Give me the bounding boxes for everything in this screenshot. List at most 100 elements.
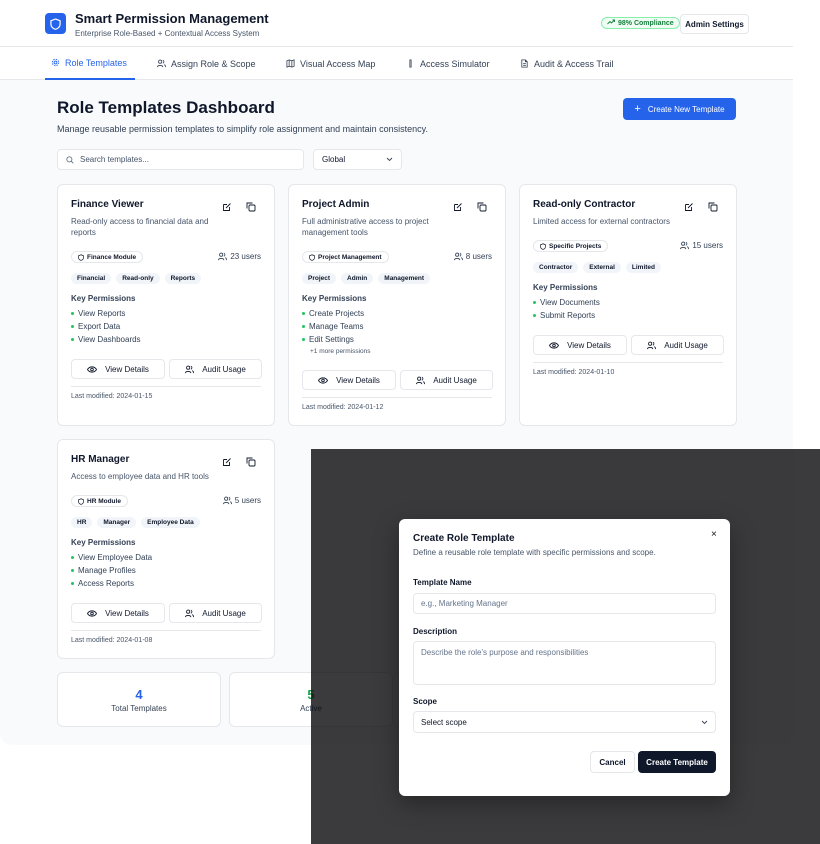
users-icon bbox=[680, 241, 690, 250]
permission-label: Manage Profiles bbox=[78, 566, 136, 575]
cancel-button[interactable]: Cancel bbox=[590, 751, 635, 773]
copy-icon[interactable] bbox=[708, 202, 718, 212]
check-dot-icon bbox=[533, 314, 536, 317]
user-count-text: 15 users bbox=[692, 241, 723, 250]
close-icon[interactable]: × bbox=[711, 529, 717, 540]
permission-item: Access Reports bbox=[71, 577, 152, 590]
users-icon bbox=[222, 496, 232, 505]
tag-list: Project Admin Management bbox=[302, 273, 431, 284]
tab-audit-trail[interactable]: Audit & Access Trail bbox=[520, 47, 614, 80]
scope-filter-select[interactable]: Global bbox=[313, 149, 402, 170]
module-badge: Specific Projects bbox=[533, 240, 609, 252]
copy-icon[interactable] bbox=[246, 457, 256, 467]
view-details-label: View Details bbox=[336, 375, 380, 385]
search-box bbox=[57, 149, 304, 170]
eye-icon bbox=[87, 365, 98, 373]
permission-item: View Documents bbox=[533, 296, 600, 309]
permission-label: View Documents bbox=[540, 298, 600, 307]
tab-label: Access Simulator bbox=[420, 58, 490, 69]
scope-select[interactable]: Select scope bbox=[413, 711, 716, 733]
user-count-text: 8 users bbox=[465, 252, 492, 261]
view-details-label: View Details bbox=[105, 608, 149, 618]
audit-usage-button[interactable]: Audit Usage bbox=[631, 335, 724, 355]
audit-usage-button[interactable]: Audit Usage bbox=[169, 359, 262, 379]
description-textarea[interactable] bbox=[413, 641, 716, 685]
gear-icon bbox=[51, 58, 60, 67]
template-name: Project Admin bbox=[302, 199, 370, 210]
check-dot-icon bbox=[302, 338, 305, 341]
shield-icon bbox=[78, 253, 84, 261]
permission-list: View Employee Data Manage Profiles Acces… bbox=[71, 551, 152, 590]
module-badge: Project Management bbox=[302, 251, 389, 263]
admin-settings-button[interactable]: Admin Settings bbox=[680, 14, 749, 34]
users-icon bbox=[185, 365, 195, 373]
plus-icon: + bbox=[634, 103, 641, 115]
template-description: Full administrative access to project ma… bbox=[302, 217, 429, 237]
last-modified: Last modified: 2024-01-12 bbox=[302, 404, 384, 411]
module-label: HR Module bbox=[87, 497, 121, 505]
template-card: Finance Viewer Read-only access to finan… bbox=[57, 184, 275, 426]
compliance-badge: 98% Compliance bbox=[601, 17, 680, 29]
tag: Limited bbox=[625, 262, 662, 273]
tab-assign-role[interactable]: Assign Role & Scope bbox=[157, 47, 256, 80]
module-label: Finance Module bbox=[87, 253, 137, 261]
scope-filter-value: Global bbox=[322, 155, 346, 164]
card-divider bbox=[302, 397, 492, 398]
users-icon bbox=[416, 376, 426, 384]
tab-label: Assign Role & Scope bbox=[171, 58, 256, 69]
edit-icon[interactable] bbox=[222, 202, 232, 212]
user-count: 8 users bbox=[453, 252, 492, 261]
search-icon bbox=[66, 155, 74, 164]
tag: Employee Data bbox=[141, 517, 200, 528]
tab-access-simulator[interactable]: Access Simulator bbox=[406, 47, 490, 80]
copy-icon[interactable] bbox=[246, 202, 256, 212]
stat-card-total-templates: 4 Total Templates bbox=[57, 672, 221, 727]
card-divider bbox=[71, 386, 261, 387]
view-details-button[interactable]: View Details bbox=[533, 335, 627, 355]
dialog-title: Create Role Template bbox=[413, 533, 515, 544]
view-details-button[interactable]: View Details bbox=[302, 370, 396, 390]
tag: Read-only bbox=[116, 273, 160, 284]
template-name: Finance Viewer bbox=[71, 199, 144, 210]
edit-icon[interactable] bbox=[222, 457, 232, 467]
tab-visual-access-map[interactable]: Visual Access Map bbox=[286, 47, 375, 80]
user-count: 15 users bbox=[680, 241, 723, 250]
create-new-template-button[interactable]: + Create New Template bbox=[623, 98, 736, 120]
description-label: Description bbox=[413, 627, 458, 636]
check-dot-icon bbox=[71, 582, 74, 585]
scope-select-value: Select scope bbox=[421, 717, 467, 727]
copy-icon[interactable] bbox=[477, 202, 487, 212]
permission-label: Access Reports bbox=[78, 579, 135, 588]
template-name-input[interactable] bbox=[413, 593, 716, 614]
template-description: Limited access for external contractors bbox=[533, 217, 670, 226]
user-count-text: 23 users bbox=[230, 252, 261, 261]
dialog-subtitle: Define a reusable role template with spe… bbox=[413, 548, 656, 557]
create-template-button[interactable]: Create Template bbox=[638, 751, 716, 773]
card-divider bbox=[533, 362, 723, 363]
audit-usage-label: Audit Usage bbox=[664, 340, 708, 350]
permission-list: View Documents Submit Reports bbox=[533, 296, 600, 322]
app-title: Smart Permission Management bbox=[75, 11, 269, 26]
permission-list: View Reports Export Data View Dashboards bbox=[71, 307, 141, 346]
edit-icon[interactable] bbox=[453, 202, 463, 212]
permission-item: Export Data bbox=[71, 320, 141, 333]
card-divider bbox=[71, 630, 261, 631]
tag: Management bbox=[378, 273, 431, 284]
view-details-button[interactable]: View Details bbox=[71, 359, 165, 379]
tab-role-templates[interactable]: Role Templates bbox=[45, 47, 135, 80]
edit-icon[interactable] bbox=[684, 202, 694, 212]
eye-icon bbox=[318, 376, 329, 384]
view-details-button[interactable]: View Details bbox=[71, 603, 165, 623]
compliance-text: 98% Compliance bbox=[618, 19, 674, 27]
eye-icon bbox=[549, 341, 560, 349]
search-input[interactable] bbox=[80, 155, 280, 164]
audit-usage-label: Audit Usage bbox=[202, 364, 246, 374]
audit-usage-button[interactable]: Audit Usage bbox=[400, 370, 493, 390]
template-card: Read-only Contractor Limited access for … bbox=[519, 184, 737, 426]
create-button-label: Create New Template bbox=[647, 104, 725, 114]
audit-usage-button[interactable]: Audit Usage bbox=[169, 603, 262, 623]
template-name: HR Manager bbox=[71, 454, 130, 465]
permission-item: Manage Teams bbox=[302, 320, 364, 333]
trend-up-icon bbox=[607, 19, 615, 27]
tag-list: Financial Read-only Reports bbox=[71, 273, 202, 284]
